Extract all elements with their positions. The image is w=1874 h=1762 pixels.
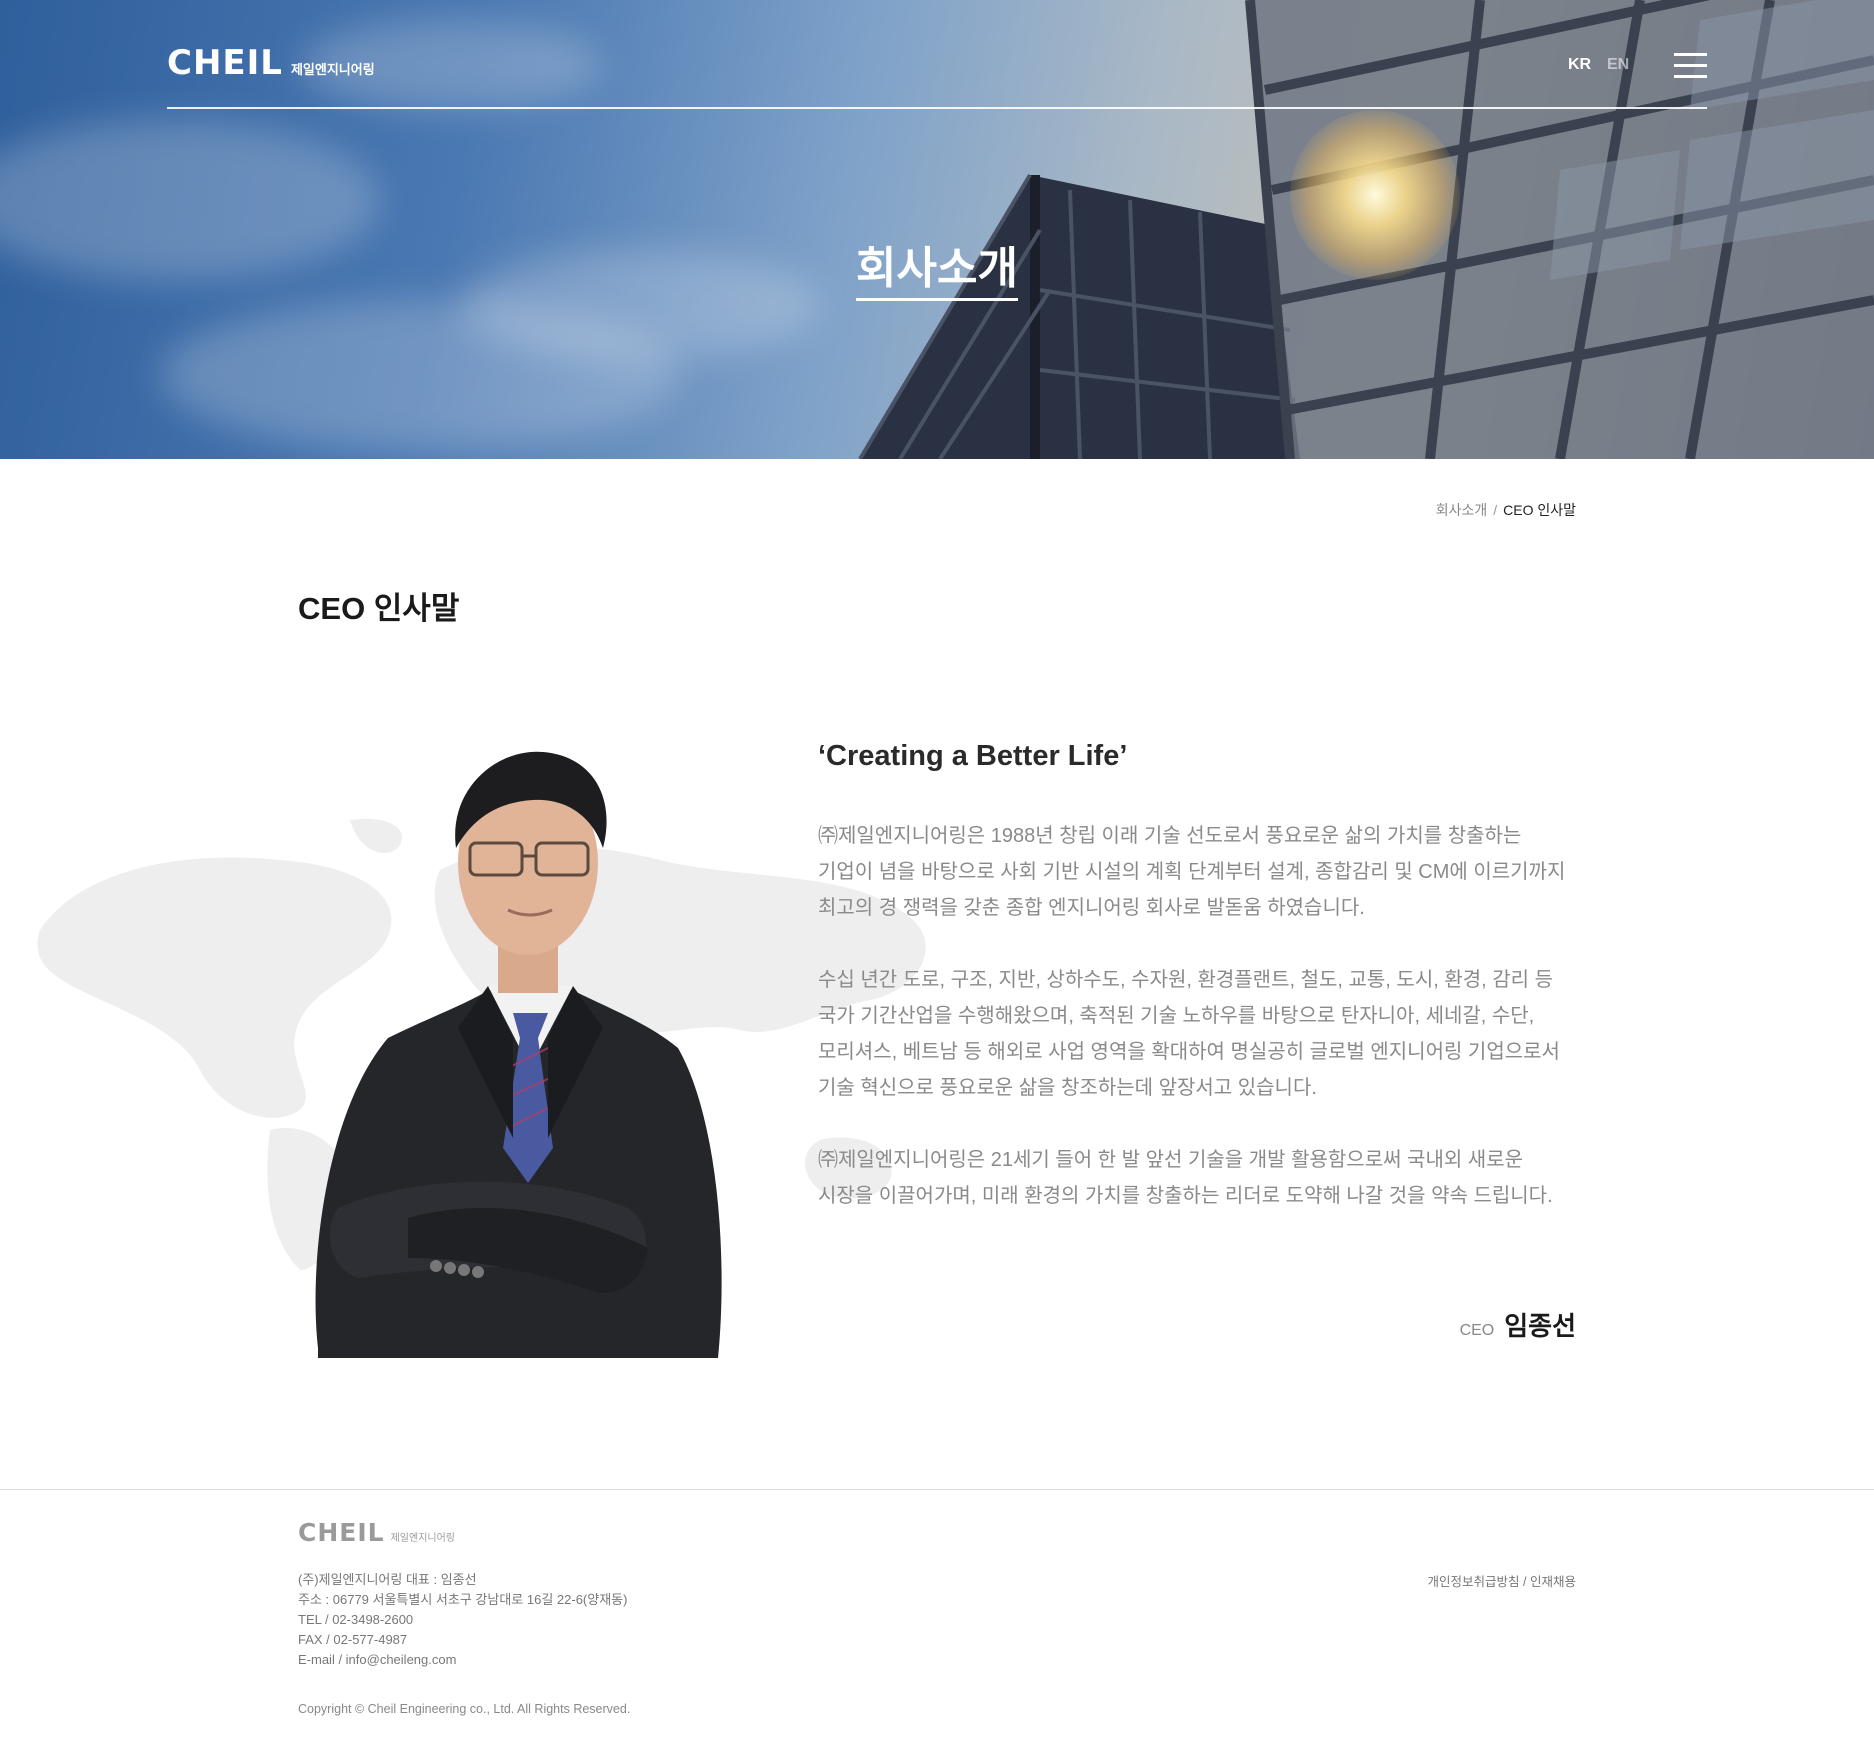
footer-links: 개인정보취급방침 / 인재채용 bbox=[1428, 1571, 1576, 1590]
footer-tel: TEL / 02-3498-2600 bbox=[298, 1612, 414, 1627]
lang-kr-link[interactable]: KR bbox=[1568, 56, 1591, 74]
copyright: Copyright © Cheil Engineering co., Ltd. … bbox=[298, 1702, 631, 1716]
hero-title-text: 회사소개 bbox=[856, 232, 1018, 301]
breadcrumb-parent[interactable]: 회사소개 bbox=[1436, 502, 1488, 518]
hamburger-menu-icon[interactable] bbox=[1674, 53, 1707, 78]
message-line: 국가 기간산업을 수행해왔으며, 축적된 기술 노하우를 바탕으로 탄자니아, … bbox=[818, 1005, 1535, 1027]
message-line: 모리셔스, 베트남 등 해외로 사업 영역을 확대하여 명실공히 글로벌 엔지니… bbox=[818, 1041, 1560, 1063]
header-divider bbox=[167, 107, 1707, 109]
page-title: CEO 인사말 bbox=[298, 591, 460, 626]
footer-logo-mark: CHEIL bbox=[298, 1518, 385, 1547]
lang-en-link[interactable]: EN bbox=[1607, 56, 1629, 74]
footer-logo: CHEIL 제일엔지니어링 bbox=[298, 1520, 455, 1545]
breadcrumb-separator: / bbox=[1493, 502, 1498, 518]
logo-mark: CHEIL bbox=[167, 43, 283, 83]
logo-subtitle: 제일엔지니어링 bbox=[290, 62, 375, 77]
footer-email: E-mail / info@cheileng.com bbox=[298, 1652, 457, 1667]
message-line: 수십 년간 도로, 구조, 지반, 상하수도, 수자원, 환경플랜트, 철도, … bbox=[818, 969, 1554, 991]
site-logo[interactable]: CHEIL 제일엔지니어링 bbox=[167, 46, 375, 80]
message-paragraph-3: ㈜제일엔지니어링은 21세기 들어 한 발 앞선 기술을 개발 활용함으로써 국… bbox=[818, 1142, 1618, 1214]
message-line: 기업이 념을 바탕으로 사회 기반 시설의 계획 단계부터 설계, 종합감리 및… bbox=[818, 861, 1566, 883]
footer-company: (주)제일엔지니어링 대표 : 임종선 bbox=[298, 1572, 477, 1587]
breadcrumb-current: CEO 인사말 bbox=[1503, 502, 1576, 518]
message-line: 기술 혁신으로 풍요로운 삶을 창조하는데 앞장서고 있습니다. bbox=[818, 1077, 1317, 1099]
ceo-signature: CEO 임종선 bbox=[1460, 1306, 1576, 1343]
hero-banner: CHEIL 제일엔지니어링 KR EN 회사소개 bbox=[0, 0, 1874, 459]
message-paragraph-2: 수십 년간 도로, 구조, 지반, 상하수도, 수자원, 환경플랜트, 철도, … bbox=[818, 962, 1618, 1106]
signature-label: CEO bbox=[1459, 1322, 1495, 1339]
footer-link-separator: / bbox=[1519, 1575, 1530, 1589]
recruit-link[interactable]: 인재채용 bbox=[1530, 1575, 1576, 1589]
footer-fax: FAX / 02-577-4987 bbox=[298, 1632, 408, 1647]
footer-address: 주소 : 06779 서울특별시 서초구 강남대로 16길 22-6(양재동) bbox=[298, 1592, 628, 1607]
signature-name: 임종선 bbox=[1504, 1311, 1576, 1341]
ceo-quote: ‘Creating a Better Life’ bbox=[818, 740, 1128, 772]
message-line: ㈜제일엔지니어링은 21세기 들어 한 발 앞선 기술을 개발 활용함으로써 국… bbox=[818, 1149, 1524, 1171]
ceo-portrait bbox=[315, 751, 722, 1358]
hero-title: 회사소개 bbox=[0, 232, 1874, 301]
footer-company-info: (주)제일엔지니어링 대표 : 임종선 주소 : 06779 서울특별시 서초구… bbox=[298, 1570, 627, 1670]
message-line: 시장을 이끌어가며, 미래 환경의 가치를 창출하는 리더로 도약해 나갈 것을… bbox=[818, 1185, 1553, 1207]
footer-logo-subtitle: 제일엔지니어링 bbox=[390, 1533, 455, 1544]
message-line: 최고의 경 쟁력을 갖춘 종합 엔지니어링 회사로 발돋움 하였습니다. bbox=[818, 897, 1365, 919]
message-paragraph-1: ㈜제일엔지니어링은 1988년 창립 이래 기술 선도로서 풍요로운 삶의 가치… bbox=[818, 818, 1618, 926]
breadcrumb: 회사소개 / CEO 인사말 bbox=[1436, 500, 1576, 520]
message-line: ㈜제일엔지니어링은 1988년 창립 이래 기술 선도로서 풍요로운 삶의 가치… bbox=[818, 825, 1522, 847]
footer-divider bbox=[0, 1489, 1874, 1490]
privacy-policy-link[interactable]: 개인정보취급방침 bbox=[1428, 1575, 1520, 1589]
